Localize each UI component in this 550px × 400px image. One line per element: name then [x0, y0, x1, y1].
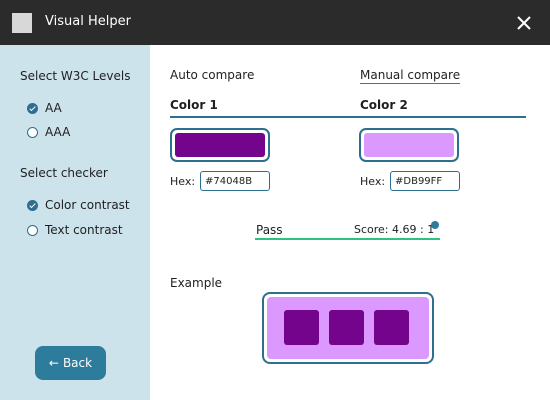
info-icon[interactable]	[431, 221, 439, 229]
example-foreground-box	[329, 310, 364, 345]
checker-option-text-contrast[interactable]: Text contrast	[27, 222, 123, 238]
color-1-swatch-button[interactable]	[170, 128, 270, 162]
color-2-header: Color 2	[360, 98, 408, 112]
back-button-label: Back	[62, 356, 93, 370]
tab-manual-compare[interactable]: Manual compare	[360, 68, 461, 84]
contrast-score: Score: 4.69 : 1	[354, 223, 435, 236]
radio-unchecked-icon[interactable]	[27, 126, 38, 138]
color-2-hex-label: Hex:	[360, 175, 386, 188]
title-bar: Visual Helper	[0, 0, 550, 45]
radio-checked-icon[interactable]	[27, 102, 38, 114]
color-1-header: Color 1	[170, 98, 218, 112]
checker-option-color-contrast[interactable]: Color contrast	[27, 197, 130, 213]
color-1-hex-label: Hex:	[170, 175, 196, 188]
color-2-swatch-button[interactable]	[359, 128, 459, 162]
color-2-hex-input[interactable]	[390, 171, 460, 191]
back-button[interactable]: ← Back	[35, 346, 106, 380]
checker-option-label: Color contrast	[45, 198, 130, 212]
tab-auto-compare[interactable]: Auto compare	[170, 68, 254, 82]
arrow-left-icon: ←	[48, 356, 59, 370]
radio-checked-icon[interactable]	[27, 199, 38, 211]
level-option-aa[interactable]: AA	[27, 100, 62, 116]
header-divider	[170, 116, 526, 118]
checker-heading: Select checker	[20, 166, 108, 180]
color-2-swatch	[364, 133, 454, 157]
level-option-label: AA	[45, 101, 62, 115]
example-foreground-box	[284, 310, 319, 345]
app-title: Visual Helper	[45, 14, 131, 29]
example-background	[267, 297, 429, 359]
result-status: Pass	[256, 223, 283, 237]
level-option-label: AAA	[45, 125, 71, 139]
close-icon	[517, 16, 531, 30]
level-option-aaa[interactable]: AAA	[27, 124, 70, 140]
color-1-hex-input[interactable]	[200, 171, 270, 191]
example-foreground-box	[374, 310, 409, 345]
close-button[interactable]	[512, 11, 536, 35]
pass-indicator-line	[255, 238, 440, 240]
levels-heading: Select W3C Levels	[20, 69, 131, 83]
app-icon	[12, 13, 32, 33]
example-preview	[262, 292, 434, 364]
color-1-swatch	[175, 133, 265, 157]
example-label: Example	[170, 276, 223, 290]
checker-option-label: Text contrast	[45, 223, 123, 237]
radio-unchecked-icon[interactable]	[27, 224, 38, 236]
sidebar: Select W3C Levels AA AAA Select checker …	[0, 45, 150, 400]
